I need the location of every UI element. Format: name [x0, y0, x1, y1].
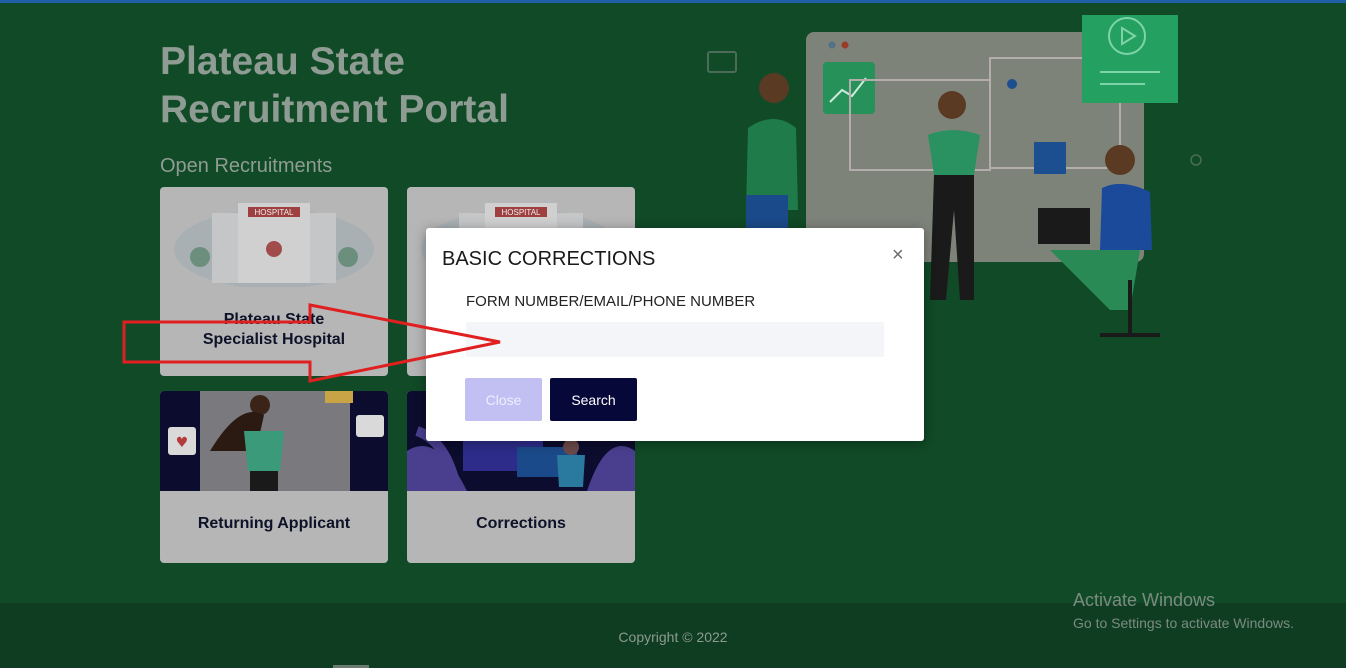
form-number-input[interactable] — [466, 322, 884, 357]
form-number-label: FORM NUMBER/EMAIL/PHONE NUMBER — [466, 293, 756, 310]
hospital-sign-text: HOSPITAL — [255, 208, 295, 217]
svg-text:♥: ♥ — [176, 435, 189, 451]
section-title: Open Recruitments — [160, 155, 333, 177]
close-icon[interactable]: × — [892, 244, 904, 267]
windows-activation-watermark: Activate Windows Go to Settings to activ… — [1073, 590, 1294, 631]
card-label: Plateau State Specialist Hospital — [160, 310, 388, 350]
card-label: Corrections — [476, 515, 566, 532]
page-title-line-2: Recruitment Portal — [160, 88, 509, 131]
hospital-illustration: HOSPITAL — [174, 203, 374, 287]
page-title-line-1: Plateau State — [160, 40, 405, 83]
corrections-modal: BASIC CORRECTIONS × FORM NUMBER/EMAIL/PH… — [426, 228, 924, 441]
card-specialist-hospital[interactable]: HOSPITAL Plateau State Specialist Hospit… — [160, 187, 388, 376]
watermark-title: Activate Windows — [1073, 590, 1216, 610]
copyright-text: Copyright © 2022 — [618, 629, 728, 645]
card-label: Returning Applicant — [197, 515, 351, 532]
card-returning-applicant[interactable]: ♥ Returning Applicant — [160, 391, 388, 563]
search-button[interactable]: Search — [550, 378, 637, 421]
modal-title: BASIC CORRECTIONS — [442, 248, 656, 270]
close-button[interactable]: Close — [465, 378, 542, 421]
card-label-line-2: Specialist Hospital — [202, 331, 346, 348]
returning-applicant-illustration: ♥ — [160, 391, 388, 491]
hospital-sign-text: HOSPITAL — [502, 208, 542, 217]
page-title: Plateau State Recruitment Portal — [160, 38, 620, 134]
card-label-line-1: Plateau State — [223, 311, 325, 328]
watermark-subtitle: Go to Settings to activate Windows. — [1073, 615, 1294, 631]
browser-top-line — [0, 0, 1346, 3]
